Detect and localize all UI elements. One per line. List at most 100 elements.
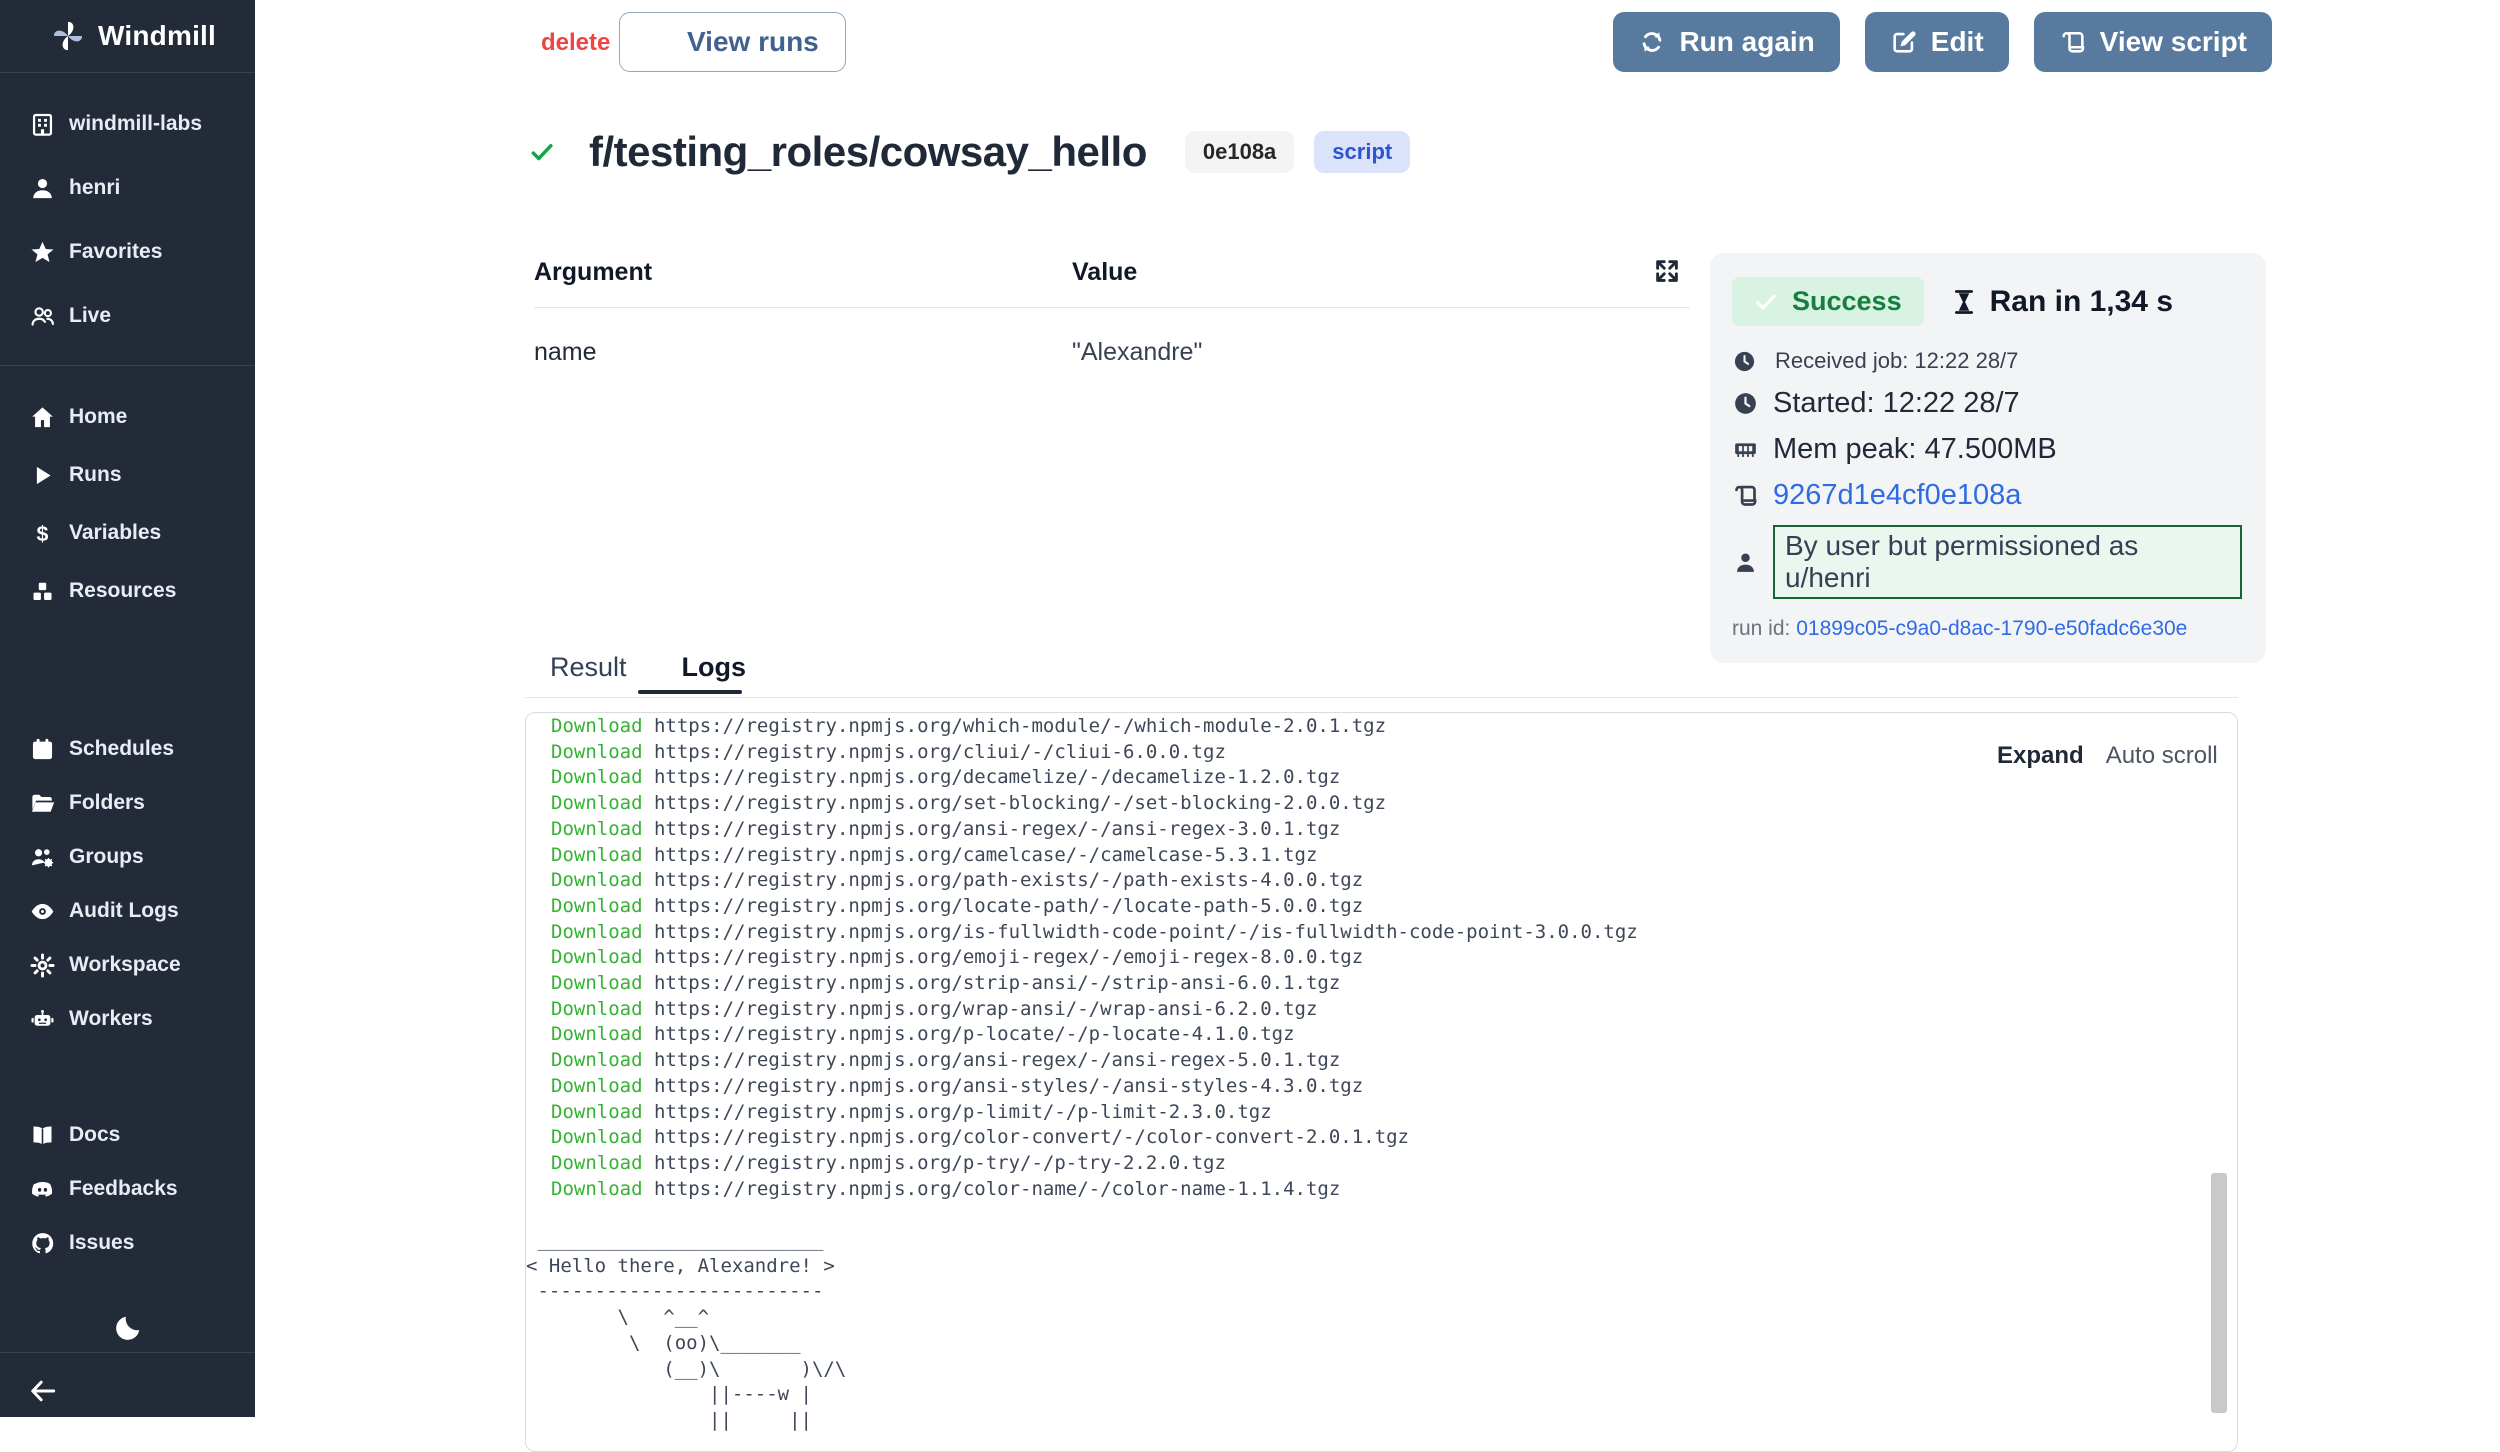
log-controls: Expand Auto scroll bbox=[1963, 715, 2235, 797]
windmill-logo-icon bbox=[50, 18, 86, 54]
page-title: f/testing_roles/cowsay_hello bbox=[589, 128, 1147, 176]
sidebar-item-label: Live bbox=[69, 304, 111, 328]
sidebar-item-workspace[interactable]: Workspace bbox=[0, 938, 255, 992]
status-badge: Success bbox=[1732, 277, 1924, 326]
eye-icon bbox=[29, 898, 56, 925]
sidebar-item-label: Docs bbox=[69, 1123, 120, 1147]
log-viewer[interactable]: Download https://registry.npmjs.org/whic… bbox=[525, 712, 2238, 1452]
home-icon bbox=[29, 404, 56, 431]
log-line: Download https://registry.npmjs.org/ansi… bbox=[551, 1074, 2237, 1100]
sidebar-group-main: Home Runs$VariablesResources bbox=[0, 388, 255, 620]
log-line: Download https://registry.npmjs.org/emoj… bbox=[551, 945, 2237, 971]
title-row: f/testing_roles/cowsay_hello 0e108a scri… bbox=[529, 128, 1410, 176]
log-line: Download https://registry.npmjs.org/colo… bbox=[551, 1177, 2237, 1203]
refresh-icon bbox=[1638, 28, 1666, 56]
pencil-icon bbox=[1890, 28, 1918, 56]
expand-logs-button[interactable]: Expand bbox=[1997, 742, 2084, 770]
run-info-card: Success Ran in 1,34 s Received job: 12:2… bbox=[1710, 253, 2266, 663]
log-line: Download https://registry.npmjs.org/p-lo… bbox=[551, 1022, 2237, 1048]
tab-result[interactable]: Result bbox=[550, 652, 627, 683]
run-again-label: Run again bbox=[1679, 26, 1814, 58]
received-line: Received job: 12:22 28/7 bbox=[1732, 348, 2242, 374]
sidebar-item-resources[interactable]: Resources bbox=[0, 562, 255, 620]
view-script-label: View script bbox=[2100, 26, 2247, 58]
log-scrollbar-thumb[interactable] bbox=[2211, 1173, 2227, 1413]
sidebar-item-label: Home bbox=[69, 405, 127, 429]
log-line: Download https://registry.npmjs.org/is-f… bbox=[551, 920, 2237, 946]
sidebar-group-help: Docs Feedbacks Issues bbox=[0, 1108, 255, 1270]
column-header-argument: Argument bbox=[534, 258, 1072, 287]
view-script-button[interactable]: View script bbox=[2034, 12, 2272, 72]
book-icon bbox=[29, 1122, 56, 1149]
sidebar-item-folders[interactable]: Folders bbox=[0, 776, 255, 830]
app-title: Windmill bbox=[98, 20, 216, 52]
arguments-table: Argument Value name "Alexandre" bbox=[534, 258, 1690, 367]
sidebar-divider bbox=[0, 365, 255, 366]
sidebar-item-workers[interactable]: Workers bbox=[0, 992, 255, 1046]
log-line: Download https://registry.npmjs.org/p-li… bbox=[551, 1100, 2237, 1126]
folder-icon bbox=[29, 790, 56, 817]
delete-button[interactable]: delete bbox=[541, 29, 610, 57]
sidebar-item-issues[interactable]: Issues bbox=[0, 1216, 255, 1270]
sidebar-item-schedules[interactable]: Schedules bbox=[0, 722, 255, 776]
sidebar-item-groups[interactable]: Groups bbox=[0, 830, 255, 884]
moon-icon[interactable] bbox=[112, 1312, 144, 1344]
list-icon bbox=[646, 28, 674, 56]
sidebar-item-feedbacks[interactable]: Feedbacks bbox=[0, 1162, 255, 1216]
log-line: Download https://registry.npmjs.org/stri… bbox=[551, 971, 2237, 997]
argument-name-cell: name bbox=[534, 338, 1072, 367]
sidebar-item-label: Issues bbox=[69, 1231, 134, 1255]
duration-label: Ran in 1,34 s bbox=[1990, 285, 2173, 319]
permission-box: By user but permissioned as u/henri bbox=[1773, 525, 2242, 599]
log-line: Download https://registry.npmjs.org/ansi… bbox=[551, 1048, 2237, 1074]
cubes-icon bbox=[29, 578, 56, 605]
gear-icon bbox=[29, 952, 56, 979]
log-line: Download https://registry.npmjs.org/wrap… bbox=[551, 997, 2237, 1023]
sidebar-item-henri[interactable]: henri bbox=[0, 156, 255, 220]
dollar-icon: $ bbox=[29, 520, 56, 547]
column-header-value: Value bbox=[1072, 258, 1137, 287]
started-label: Started: 12:22 28/7 bbox=[1773, 387, 2020, 420]
svg-text:$: $ bbox=[37, 521, 49, 545]
job-hash-link[interactable]: 9267d1e4cf0e108a bbox=[1773, 479, 2021, 512]
sidebar-item-live[interactable]: Live bbox=[0, 284, 255, 348]
sidebar-item-label: henri bbox=[69, 176, 120, 200]
run-id-link[interactable]: 01899c05-c9a0-d8ac-1790-e50fadc6e30e bbox=[1796, 617, 2187, 640]
log-line: Download https://registry.npmjs.org/came… bbox=[551, 843, 2237, 869]
sidebar-item-label: Folders bbox=[69, 791, 145, 815]
sidebar-item-favorites[interactable]: Favorites bbox=[0, 220, 255, 284]
edit-button[interactable]: Edit bbox=[1865, 12, 2009, 72]
sidebar-item-label: Schedules bbox=[69, 737, 174, 761]
run-id-line: run id: 01899c05-c9a0-d8ac-1790-e50fadc6… bbox=[1732, 617, 2242, 641]
sidebar-group-workspace: windmill-labs henri Favorites Live bbox=[0, 92, 255, 348]
log-line: Download https://registry.npmjs.org/loca… bbox=[551, 894, 2237, 920]
sidebar-item-label: Workspace bbox=[69, 953, 181, 977]
expand-arguments-icon[interactable] bbox=[1652, 256, 1682, 286]
tab-logs[interactable]: Logs bbox=[682, 652, 747, 683]
sidebar-item-label: Feedbacks bbox=[69, 1177, 178, 1201]
view-runs-button[interactable]: View runs bbox=[619, 12, 846, 72]
sidebar-item-label: Workers bbox=[69, 1007, 153, 1031]
sidebar-item-windmill-labs[interactable]: windmill-labs bbox=[0, 92, 255, 156]
script-type-badge: script bbox=[1314, 131, 1410, 173]
play-icon bbox=[29, 462, 56, 489]
sidebar-item-docs[interactable]: Docs bbox=[0, 1108, 255, 1162]
star-icon bbox=[29, 239, 56, 266]
sidebar-item-runs[interactable]: Runs bbox=[0, 446, 255, 504]
arguments-table-header: Argument Value bbox=[534, 258, 1690, 308]
sidebar-item-home[interactable]: Home bbox=[0, 388, 255, 446]
cowsay-output: _________________________ < Hello there,… bbox=[526, 1228, 2237, 1434]
sidebar-item-audit-logs[interactable]: Audit Logs bbox=[0, 884, 255, 938]
user-group-icon bbox=[29, 844, 56, 871]
run-id-label: run id: bbox=[1732, 617, 1790, 640]
sidebar: Windmill windmill-labs henri Favorites Live… bbox=[0, 0, 255, 1417]
sidebar-item-variables[interactable]: $Variables bbox=[0, 504, 255, 562]
auto-scroll-toggle[interactable]: Auto scroll bbox=[2106, 742, 2218, 770]
run-again-button[interactable]: Run again bbox=[1613, 12, 1839, 72]
permission-line: By user but permissioned as u/henri bbox=[1732, 525, 2242, 599]
sidebar-divider bbox=[0, 1352, 255, 1353]
collapse-sidebar-icon[interactable] bbox=[24, 1376, 62, 1406]
scroll-icon bbox=[2059, 28, 2087, 56]
log-line: Download https://registry.npmjs.org/ansi… bbox=[551, 817, 2237, 843]
windmill-logo[interactable]: Windmill bbox=[0, 0, 255, 73]
